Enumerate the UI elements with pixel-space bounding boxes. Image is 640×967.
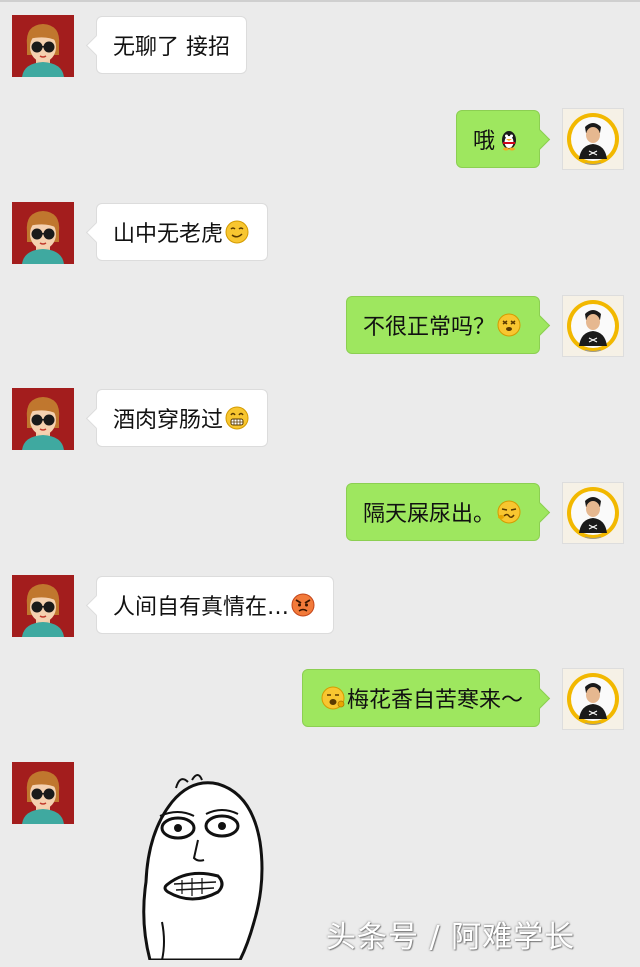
received-message[interactable]: 酒肉穿肠过: [96, 389, 269, 447]
message-text: 隔天屎尿出。: [362, 502, 495, 527]
rage-face-sticker[interactable]: [132, 772, 272, 962]
sent-message[interactable]: 梅花香自苦寒来～: [301, 669, 540, 727]
received-message[interactable]: 人间自有真情在…: [96, 576, 335, 634]
contact-avatar[interactable]: [12, 15, 74, 77]
contact-avatar[interactable]: [12, 575, 74, 637]
received-message[interactable]: 山中无老虎: [96, 203, 269, 261]
qq-penguin-icon: [497, 127, 521, 151]
contact-avatar[interactable]: [12, 202, 74, 264]
contact-avatar[interactable]: [12, 388, 74, 450]
message-text: 无聊了 接招: [113, 35, 230, 60]
message-text: 梅花香自苦寒来～: [346, 688, 523, 713]
angry-face-icon: [291, 593, 315, 617]
my-avatar[interactable]: [562, 108, 624, 170]
yawn-face-icon: [321, 686, 345, 710]
my-avatar[interactable]: [562, 295, 624, 357]
sent-message[interactable]: 哦: [455, 110, 540, 168]
my-avatar[interactable]: [562, 482, 624, 544]
message-text: 哦: [472, 129, 495, 154]
my-avatar[interactable]: [562, 668, 624, 730]
sent-message[interactable]: 不很正常吗？: [345, 296, 540, 354]
grin-face-icon: [225, 406, 249, 430]
smug-face-icon: [225, 220, 249, 244]
message-text: 不很正常吗？: [362, 315, 495, 340]
sent-message[interactable]: 隔天屎尿出。: [345, 483, 540, 541]
watermark: 头条号 / 阿难学长: [326, 920, 576, 955]
message-text: 人间自有真情在…: [113, 595, 290, 620]
grimace-face-icon: [497, 500, 521, 524]
message-text: 酒肉穿肠过: [113, 408, 224, 433]
received-message[interactable]: 无聊了 接招: [96, 16, 247, 74]
contact-avatar[interactable]: [12, 762, 74, 824]
top-divider: [0, 0, 640, 2]
message-text: 山中无老虎: [113, 222, 224, 247]
dizzy-face-icon: [497, 313, 521, 337]
